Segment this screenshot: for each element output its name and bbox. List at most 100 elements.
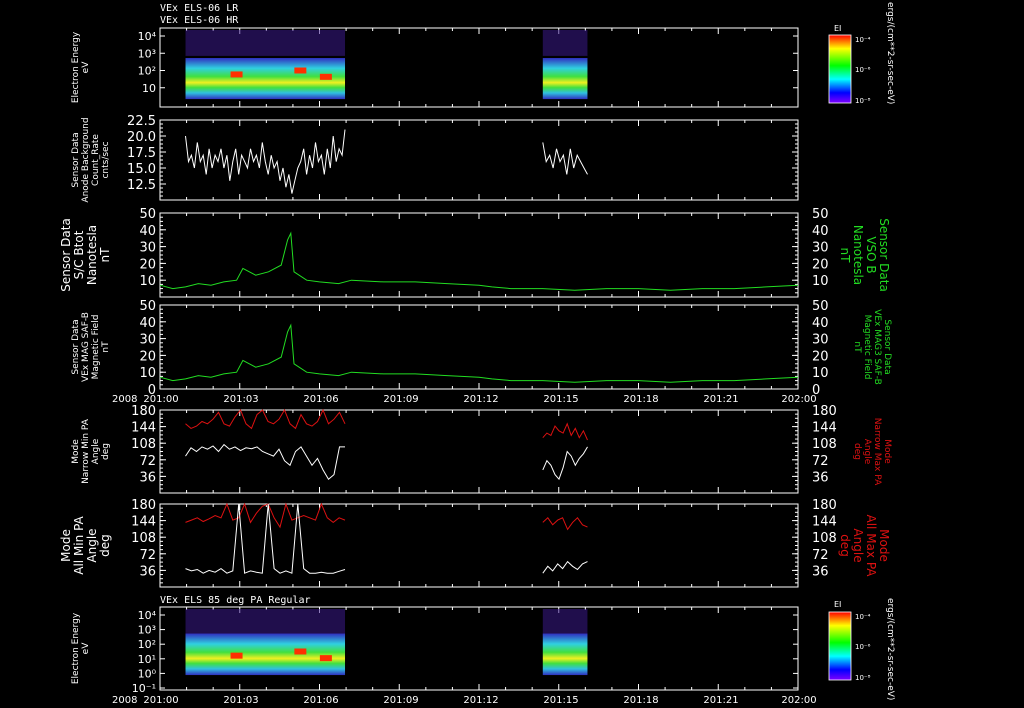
time-tick-lower-3: 201:09 [383,695,418,706]
panel-all-pa-ytick-label-right-2: 108 [812,531,837,546]
colorbar-bottom-scale [828,611,852,681]
panel-spectrogram-top: Electron Energy eV 10⁴ 10³ 10² 10 [71,27,799,108]
panel-bmag-vso-ytick-label-right-1: 40 [812,224,829,239]
panel-bmag-saf-ytick-label-right-0: 50 [812,299,829,314]
panel-spectrogram-top-noise-0 [185,30,346,56]
panel-spectrogram-bottom-ytick-label-3: 10¹ [138,653,156,666]
panel-all-pa-ytick-label-0: 180 [131,498,156,513]
panel-spectrogram-top-ylabel-1: eV [81,61,91,74]
panel-bmag-saf-ylabel-3: nT [101,341,111,353]
panel-bmag-saf: Sensor Data VEx MAG SAF-B Magnetic Field nT… [71,299,892,398]
panel-anode-background-frame [159,119,799,201]
panel-bmag-vso-ylabel-right-3: nT [838,248,852,264]
panel-bmag-saf-ytick-label-3: 20 [139,349,156,364]
panel-narrow-pa-ylabel-0: Mode [71,439,81,464]
panel-bmag-vso-ylabel-0: Sensor Data [59,218,73,292]
panel-bmag-saf-ytick-label-0: 50 [139,299,156,314]
colorbar-units-bottom: ergs/(cm**2-sr-sec-eV) [885,598,895,700]
panel-bmag-vso-ylabel-3: nT [98,247,112,263]
panel-bmag-saf-ytick-label-right-2: 30 [812,333,829,348]
panel-bmag-vso-ytick-label-4: 10 [139,274,156,289]
panel-bmag-saf-series-0 [159,323,799,383]
panel-bmag-saf-frame [159,304,799,390]
time-tick-lower-2: 201:06 [303,695,338,706]
panel-narrow-pa-ytick-label-right-2: 108 [812,437,837,452]
panel-spectrogram-top-hotspot-1 [294,67,307,74]
panel-spectrogram-bottom-band-0 [185,633,346,676]
panel-bmag-vso-ylabel-right-0: Sensor Data [877,218,891,292]
panel-bmag-saf-ylabel-right-1: VEx MAG3 SAF-B [872,309,882,385]
spectrogram-bottom-title: VEx ELS 85 deg PA Regular [160,595,311,606]
panel-spectrogram-bottom-hotspot-0 [230,652,243,659]
panel-all-pa-ylabel-1: All Min PA [72,515,86,574]
panel-all-pa-ylabel-3: deg [98,534,112,557]
panel-all-pa-ylabel-right-0: Mode [877,529,891,562]
panel-all-pa-ylabel-2: Angle [85,528,99,562]
panel-bmag-saf-ytick-label-1: 40 [139,316,156,331]
panel-all-pa-ytick-label-2: 108 [131,531,156,546]
panel-all-pa-ytick-label-right-0: 180 [812,498,837,513]
panel-all-pa-ytick-label-4: 36 [139,564,156,579]
panel-bmag-saf-ylabel-right-3: nT [852,341,862,353]
panel-bmag-saf-ytick-label-right-4: 10 [812,366,829,381]
panel-narrow-pa-ylabel-3: deg [101,443,111,460]
panel-all-pa: Mode All Min PA Angle deg ModeAll Max PAAngl… [59,498,891,588]
panel-spectrogram-bottom-ytick-label-1: 10³ [138,624,156,637]
panel-spectrogram-bottom-ytick-label-5: 10⁻¹ [132,682,156,695]
time-tick-upper-3: 201:09 [383,394,418,405]
colorbar-top-tick-0: 10⁻⁴ [855,36,871,44]
panel-all-pa-ylabel-right-2: Angle [851,528,865,562]
panel-spectrogram-bottom-ytick-label-0: 10⁴ [138,609,157,622]
panel-spectrogram-top-noise-1 [542,30,588,56]
time-tick-lower-6: 201:18 [623,695,658,706]
panel-spectrogram-top-ytick-label-3: 10 [142,82,156,95]
panel-narrow-pa-series-1-seg-0 [185,443,345,480]
panel-bmag-vso-series-0 [159,231,799,291]
panel-bmag-saf-ytick-label-right-5: 0 [812,383,820,398]
time-tick-upper-7: 201:21 [703,394,738,405]
panel-narrow-pa-ytick-label-4: 36 [139,470,156,485]
panel-bmag-saf-ylabel-1: VEx MAG SAF-B [81,312,91,382]
time-tick-lower-8: 202:00 [781,695,816,706]
panel-spectrogram-top-hotspot-2 [319,73,332,80]
header-line1: VEx ELS-06 LR [160,3,239,14]
time-tick-upper-2: 201:06 [303,394,338,405]
panel-bmag-vso-ytick-label-2: 30 [139,241,156,256]
panel-anode-background-ytick-label-2: 17.5 [127,146,156,161]
panel-anode-background-ylabel-3: cnts/sec [101,141,111,178]
panel-spectrogram-bottom-ylabel-0: Electron Energy [71,612,81,684]
panel-narrow-pa-ylabel-1: Narrow Min PA [81,418,91,484]
time-tick-upper-4: 201:12 [463,394,498,405]
panel-all-pa-ylabel-right-1: All Max PA [864,515,878,578]
colorbar-top-scale [828,34,852,104]
panel-narrow-pa-ytick-label-0: 180 [131,404,156,419]
els-summary-plot: VEx ELS-06 LR VEx ELS-06 HR ergs/(cm**2-… [59,2,895,706]
panel-all-pa-series-0-seg-1 [542,517,588,531]
panel-narrow-pa-ytick-label-right-4: 36 [812,470,829,485]
year-label-lower: 2008 [112,695,137,706]
time-tick-lower-5: 201:15 [543,695,578,706]
panel-bmag-vso: Sensor Data S/C Btot Nanotesla nT Sensor Dat… [59,207,891,298]
colorbar-units-top: ergs/(cm**2-sr-sec-eV) [885,2,895,104]
colorbar-top-tick-2: 10⁻⁸ [855,97,871,105]
panel-narrow-pa-ylabel-right-0: Mode [882,439,892,464]
panel-spectrogram-top-hotspot-0 [230,71,243,78]
panel-spectrogram-bottom-ylabel-1: eV [81,642,91,655]
panel-bmag-saf-ytick-label-5: 0 [148,383,156,398]
panel-anode-background-ytick-label-3: 15.0 [127,162,156,177]
panel-spectrogram-bottom-noise-1 [542,609,588,637]
panel-bmag-vso-ytick-label-right-3: 20 [812,257,829,272]
panel-spectrogram-top-ytick-label-2: 10² [138,65,156,78]
time-tick-lower-1: 201:03 [223,695,258,706]
panel-bmag-saf-ylabel-right-2: Magnetic Field [862,315,872,380]
panel-spectrogram-bottom-hotspot-1 [294,648,307,655]
panel-bmag-vso-ytick-label-right-0: 50 [812,207,829,222]
time-axis-upper: 2008 201:00 201:03 201:06 201:09 201:12 … [112,394,817,405]
panel-narrow-pa-ytick-label-1: 144 [131,421,156,436]
panel-bmag-saf-ytick-label-right-1: 40 [812,316,829,331]
panel-spectrogram-top-band-1 [542,58,588,100]
time-tick-lower-0: 201:00 [143,695,178,706]
panel-narrow-pa-series-0-seg-1 [542,422,588,441]
panel-all-pa-ytick-label-right-4: 36 [812,564,829,579]
colorbar-top: EI 10⁻⁴ 10⁻⁶ 10⁻⁸ [828,24,871,105]
